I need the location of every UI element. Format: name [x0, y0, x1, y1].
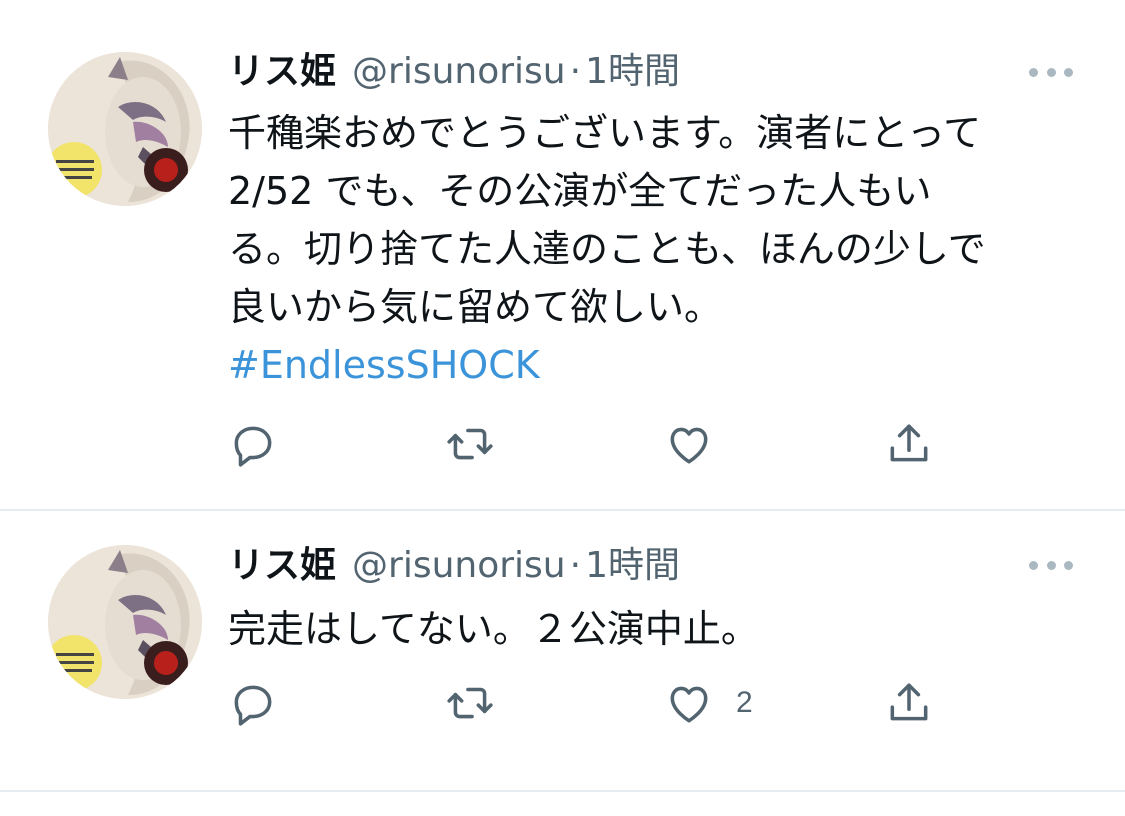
share-icon — [890, 683, 928, 721]
retweet-button[interactable] — [442, 416, 498, 472]
tweet-text: 千穐楽おめでとうございます。演者にとって 2/52 でも、その公演が全てだった人… — [228, 104, 1088, 394]
tweet-text-line: 完走はしてない。２公演中止。 — [228, 607, 759, 651]
tweet-actions — [228, 416, 948, 472]
reply-icon — [234, 685, 272, 726]
display-name[interactable]: リス姫 — [228, 544, 336, 588]
more-icon[interactable] — [1029, 65, 1073, 79]
user-handle[interactable]: @risunorisu — [352, 50, 566, 94]
separator-dot: · — [569, 51, 582, 92]
tweet-actions: 2 — [228, 675, 948, 731]
tweet-text-line: 良いから気に留めて欲しい。 — [228, 285, 723, 329]
like-count: 2 — [736, 686, 753, 719]
tweet[interactable]: リス姫 @risunorisu · 1時間 完走はしてない。２公演中止。 2 — [0, 511, 1125, 792]
share-button[interactable] — [884, 416, 934, 472]
heart-icon — [670, 686, 708, 723]
heart-icon — [670, 427, 708, 464]
tweet[interactable]: リス姫 @risunorisu · 1時間 千穐楽おめでとうございます。演者にと… — [0, 0, 1125, 511]
reply-button[interactable] — [228, 675, 278, 731]
reply-button[interactable] — [228, 416, 278, 472]
like-button[interactable] — [664, 416, 736, 472]
tweet-header: リス姫 @risunorisu · 1時間 — [228, 50, 680, 94]
avatar[interactable] — [48, 52, 202, 206]
separator-dot: · — [569, 545, 582, 586]
more-icon[interactable] — [1029, 558, 1073, 572]
display-name[interactable]: リス姫 — [228, 50, 336, 94]
timestamp[interactable]: 1時間 — [585, 50, 680, 94]
tweet-text-line: 千穐楽おめでとうございます。演者にとって — [228, 111, 982, 155]
tweet-header: リス姫 @risunorisu · 1時間 — [228, 544, 680, 588]
reply-icon — [234, 426, 272, 467]
tweet-text-line: る。切り捨てた人達のことも、ほんの少しで — [228, 227, 986, 271]
hashtag-link[interactable]: #EndlessSHOCK — [228, 336, 1088, 394]
user-handle[interactable]: @risunorisu — [352, 544, 566, 588]
retweet-icon — [447, 428, 493, 460]
share-button[interactable] — [884, 675, 934, 731]
retweet-icon — [447, 687, 493, 719]
avatar[interactable] — [48, 545, 202, 699]
tweet-text-line: 2/52 でも、その公演が全てだった人もい — [228, 169, 932, 213]
tweet-text: 完走はしてない。２公演中止。 — [228, 600, 1088, 658]
like-button[interactable]: 2 — [664, 675, 753, 731]
share-icon — [890, 424, 928, 462]
retweet-button[interactable] — [442, 675, 498, 731]
timestamp[interactable]: 1時間 — [585, 544, 680, 588]
